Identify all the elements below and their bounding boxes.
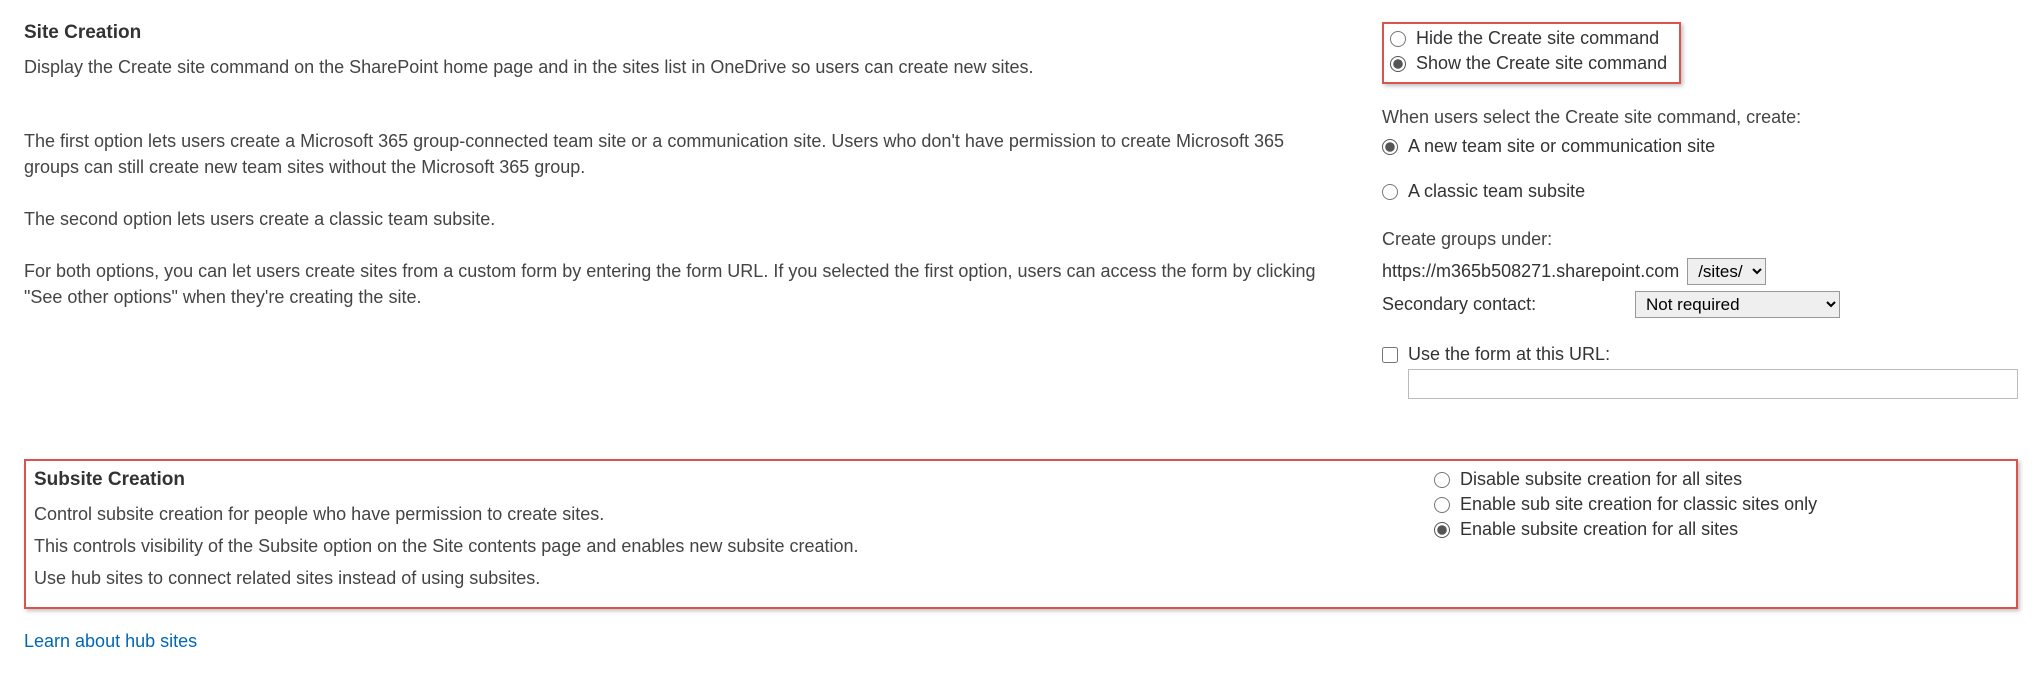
site-creation-section: Site Creation Display the Create site co… xyxy=(24,22,2018,399)
site-creation-desc4: For both options, you can let users crea… xyxy=(24,258,1342,310)
subsite-classic-radio[interactable] xyxy=(1434,497,1450,513)
managed-path-select[interactable]: /sites/ xyxy=(1687,258,1766,285)
secondary-contact-select[interactable]: Not required xyxy=(1635,291,1840,318)
create-team-comm-radio[interactable] xyxy=(1382,139,1398,155)
create-command-highlight: Hide the Create site command Show the Cr… xyxy=(1382,22,1681,84)
subsite-classic-label[interactable]: Enable sub site creation for classic sit… xyxy=(1460,494,1817,515)
when-select-label: When users select the Create site comman… xyxy=(1382,104,2018,130)
site-creation-desc3: The second option lets users create a cl… xyxy=(24,206,1342,232)
subsite-disable-label[interactable]: Disable subsite creation for all sites xyxy=(1460,469,1742,490)
learn-hub-sites-link[interactable]: Learn about hub sites xyxy=(24,631,197,651)
subsite-enable-radio[interactable] xyxy=(1434,522,1450,538)
create-groups-label: Create groups under: xyxy=(1382,226,2018,252)
site-creation-desc2: The first option lets users create a Mic… xyxy=(24,128,1342,180)
subsite-left: Subsite Creation Control subsite creatio… xyxy=(34,469,1434,597)
secondary-contact-label: Secondary contact: xyxy=(1382,294,1627,315)
subsite-disable-radio[interactable] xyxy=(1434,472,1450,488)
create-classic-radio[interactable] xyxy=(1382,184,1398,200)
use-form-checkbox[interactable] xyxy=(1382,347,1398,363)
tenant-url-text: https://m365b508271.sharepoint.com xyxy=(1382,261,1679,282)
subsite-desc2: This controls visibility of the Subsite … xyxy=(34,533,1394,559)
site-creation-right: Hide the Create site command Show the Cr… xyxy=(1382,22,2018,399)
subsite-desc1: Control subsite creation for people who … xyxy=(34,501,1394,527)
site-creation-left: Site Creation Display the Create site co… xyxy=(24,22,1382,399)
site-creation-desc1: Display the Create site command on the S… xyxy=(24,54,1342,80)
subsite-creation-highlight: Subsite Creation Control subsite creatio… xyxy=(24,459,2018,609)
subsite-heading: Subsite Creation xyxy=(34,469,1394,491)
site-creation-heading: Site Creation xyxy=(24,22,1342,44)
hide-create-command-label[interactable]: Hide the Create site command xyxy=(1416,28,1659,49)
subsite-right: Disable subsite creation for all sites E… xyxy=(1434,469,2000,597)
subsite-enable-label[interactable]: Enable subsite creation for all sites xyxy=(1460,519,1738,540)
hide-create-command-radio[interactable] xyxy=(1390,31,1406,47)
show-create-command-label[interactable]: Show the Create site command xyxy=(1416,53,1667,74)
use-form-label[interactable]: Use the form at this URL: xyxy=(1408,344,1610,365)
show-create-command-radio[interactable] xyxy=(1390,56,1406,72)
subsite-desc3: Use hub sites to connect related sites i… xyxy=(34,565,1394,591)
create-classic-label[interactable]: A classic team subsite xyxy=(1408,181,1585,202)
create-team-comm-label[interactable]: A new team site or communication site xyxy=(1408,136,1715,157)
form-url-input[interactable] xyxy=(1408,369,2018,399)
